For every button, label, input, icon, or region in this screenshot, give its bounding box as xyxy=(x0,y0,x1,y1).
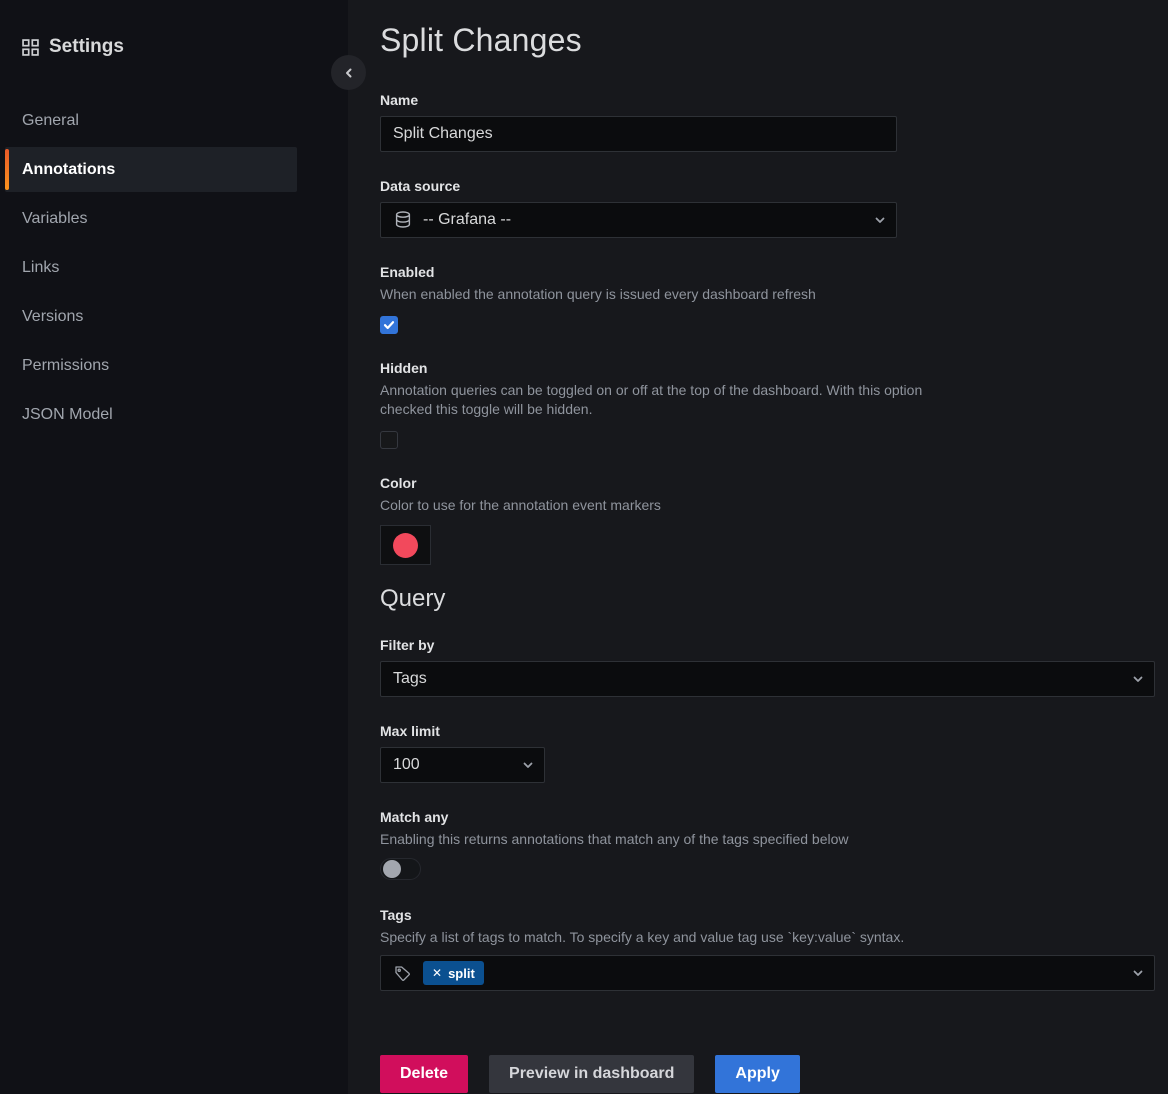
tag-label: split xyxy=(448,966,475,981)
chevron-down-icon xyxy=(522,759,534,771)
max-limit-label: Max limit xyxy=(380,723,1168,739)
max-limit-select[interactable]: 100 xyxy=(380,747,545,783)
color-swatch-circle xyxy=(393,533,418,558)
name-input[interactable] xyxy=(380,116,897,152)
color-description: Color to use for the annotation event ma… xyxy=(380,496,1168,515)
hidden-label: Hidden xyxy=(380,360,1168,376)
annotation-settings-panel: Split Changes Name Data source -- Grafan… xyxy=(348,0,1168,1094)
sidebar-item-json-model[interactable]: JSON Model xyxy=(5,390,297,439)
collapse-sidebar-button[interactable] xyxy=(331,55,366,90)
tag-icon xyxy=(393,964,411,982)
data-source-select[interactable]: -- Grafana -- xyxy=(380,202,897,238)
toggle-knob xyxy=(383,860,401,878)
sidebar-item-general[interactable]: General xyxy=(5,96,297,145)
tags-field: Tags Specify a list of tags to match. To… xyxy=(380,907,1168,991)
hidden-description: Annotation queries can be toggled on or … xyxy=(380,381,965,419)
color-picker[interactable] xyxy=(380,525,431,565)
page-title: Split Changes xyxy=(380,22,1168,59)
remove-tag-icon[interactable]: ✕ xyxy=(432,967,442,979)
checkmark-icon xyxy=(383,319,395,331)
sidebar-item-versions[interactable]: Versions xyxy=(5,292,297,341)
hidden-checkbox[interactable] xyxy=(380,431,398,449)
enabled-description: When enabled the annotation query is iss… xyxy=(380,285,1168,304)
hidden-field: Hidden Annotation queries can be toggled… xyxy=(380,360,1168,449)
chevron-down-icon xyxy=(874,214,886,226)
settings-nav: General Annotations Variables Links Vers… xyxy=(0,96,348,439)
settings-sidebar: Settings General Annotations Variables L… xyxy=(0,0,348,1094)
query-section-title: Query xyxy=(380,585,1168,613)
data-source-label: Data source xyxy=(380,178,1168,194)
tags-input[interactable]: ✕ split xyxy=(380,955,1155,991)
settings-title: Settings xyxy=(49,36,124,58)
database-icon xyxy=(393,210,413,230)
apps-grid-icon xyxy=(22,39,39,56)
data-source-value: -- Grafana -- xyxy=(423,211,511,229)
filter-by-value: Tags xyxy=(393,670,427,688)
apply-button[interactable]: Apply xyxy=(715,1055,799,1093)
preview-in-dashboard-button[interactable]: Preview in dashboard xyxy=(489,1055,694,1093)
sidebar-item-permissions[interactable]: Permissions xyxy=(5,341,297,390)
match-any-field: Match any Enabling this returns annotati… xyxy=(380,809,1168,880)
settings-header: Settings xyxy=(0,36,348,58)
match-any-label: Match any xyxy=(380,809,1168,825)
match-any-description: Enabling this returns annotations that m… xyxy=(380,830,1168,849)
enabled-label: Enabled xyxy=(380,264,1168,280)
sidebar-item-annotations[interactable]: Annotations xyxy=(5,147,297,192)
name-label: Name xyxy=(380,92,1168,108)
match-any-toggle[interactable] xyxy=(380,858,421,880)
delete-button[interactable]: Delete xyxy=(380,1055,468,1093)
sidebar-item-links[interactable]: Links xyxy=(5,243,297,292)
filter-by-field: Filter by Tags xyxy=(380,637,1168,697)
chevron-down-icon xyxy=(1132,967,1144,979)
chevron-down-icon xyxy=(1132,673,1144,685)
name-field: Name xyxy=(380,92,1168,152)
tag-pill-split[interactable]: ✕ split xyxy=(423,961,484,985)
data-source-field: Data source -- Grafana -- xyxy=(380,178,1168,238)
color-field: Color Color to use for the annotation ev… xyxy=(380,475,1168,565)
filter-by-label: Filter by xyxy=(380,637,1168,653)
filter-by-select[interactable]: Tags xyxy=(380,661,1155,697)
tags-label: Tags xyxy=(380,907,1168,923)
max-limit-value: 100 xyxy=(393,756,420,774)
chevron-left-icon xyxy=(343,67,355,79)
color-label: Color xyxy=(380,475,1168,491)
max-limit-field: Max limit 100 xyxy=(380,723,1168,783)
action-buttons: Delete Preview in dashboard Apply xyxy=(380,1055,1168,1093)
enabled-field: Enabled When enabled the annotation quer… xyxy=(380,264,1168,334)
tags-description: Specify a list of tags to match. To spec… xyxy=(380,928,1168,947)
sidebar-item-variables[interactable]: Variables xyxy=(5,194,297,243)
enabled-checkbox[interactable] xyxy=(380,316,398,334)
